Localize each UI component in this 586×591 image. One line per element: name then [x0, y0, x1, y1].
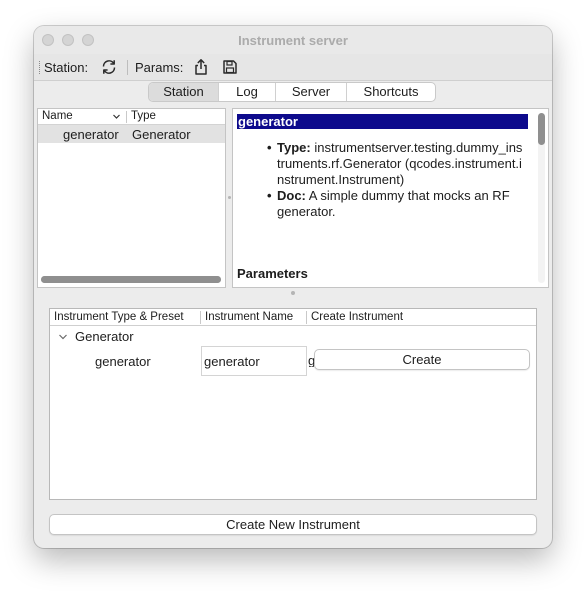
- create-button[interactable]: Create: [314, 349, 530, 370]
- doc-heading: generator: [237, 114, 528, 129]
- doc-doc-text: A simple dummy that mocks an RF generato…: [277, 188, 510, 219]
- main-tabs: Station Log Server Shortcuts: [148, 82, 436, 102]
- vertical-scrollbar[interactable]: [538, 113, 545, 283]
- create-tree-header: Instrument Type & Preset Instrument Name…: [50, 309, 536, 326]
- doc-list: • Type: instrumentserver.testing.dummy_i…: [257, 140, 525, 220]
- doc-type-label: Type:: [277, 140, 311, 155]
- create-instrument-tree: Instrument Type & Preset Instrument Name…: [49, 308, 537, 500]
- doc-doc-item: • Doc: A simple dummy that mocks an RF g…: [257, 188, 525, 220]
- station-label: Station:: [44, 60, 89, 75]
- tree-group-label: Generator: [75, 329, 134, 344]
- horizontal-scrollbar-thumb[interactable]: [41, 276, 221, 283]
- instrument-name-input[interactable]: [201, 346, 307, 376]
- vertical-splitter-handle[interactable]: [228, 196, 231, 199]
- params-label: Params:: [135, 60, 184, 75]
- doc-type-text: instrumentserver.testing.dummy_instrumen…: [277, 140, 523, 187]
- tab-shortcuts[interactable]: Shortcuts: [347, 83, 435, 101]
- instrument-name-cell: generator: [63, 127, 119, 142]
- chevron-down-icon[interactable]: [112, 112, 121, 121]
- column-divider[interactable]: [200, 311, 201, 324]
- toolbar-separator: [127, 60, 128, 75]
- preset-label: generator: [95, 354, 151, 369]
- tab-station[interactable]: Station: [149, 83, 219, 101]
- bullet-icon: •: [267, 140, 272, 155]
- toolbar-handle[interactable]: [39, 61, 41, 74]
- instrument-type-cell: Generator: [132, 127, 191, 142]
- column-divider[interactable]: [126, 111, 127, 123]
- column-header-create-instrument[interactable]: Create Instrument: [311, 311, 403, 323]
- column-header-type[interactable]: Type: [131, 110, 156, 122]
- toolbar: Station: Params:: [34, 54, 552, 81]
- column-divider[interactable]: [306, 311, 307, 324]
- doc-doc-label: Doc:: [277, 188, 306, 203]
- parameters-heading: Parameters: [237, 266, 308, 281]
- station-list-header: Name Type: [38, 109, 225, 125]
- instrument-server-window: Instrument server Station: Params: Stati…: [34, 26, 552, 548]
- horizontal-scrollbar[interactable]: [41, 276, 221, 283]
- vertical-scrollbar-thumb[interactable]: [538, 113, 545, 145]
- window-title: Instrument server: [238, 33, 348, 48]
- share-export-icon[interactable]: [192, 58, 210, 76]
- tab-log[interactable]: Log: [219, 83, 276, 101]
- bullet-icon: •: [267, 188, 272, 203]
- floppy-save-icon[interactable]: [221, 58, 239, 76]
- instrument-doc-panel: generator • Type: instrumentserver.testi…: [232, 108, 549, 288]
- column-header-name[interactable]: Name: [42, 110, 73, 122]
- column-header-instrument-name[interactable]: Instrument Name: [205, 311, 293, 323]
- column-header-type-preset[interactable]: Instrument Type & Preset: [54, 311, 184, 323]
- station-instrument-list[interactable]: Name Type generator Generator: [37, 108, 226, 288]
- horizontal-splitter-handle[interactable]: [291, 291, 295, 295]
- create-new-instrument-button[interactable]: Create New Instrument: [49, 514, 537, 535]
- chevron-down-icon[interactable]: [58, 332, 68, 342]
- tab-server[interactable]: Server: [276, 83, 347, 101]
- refresh-icon[interactable]: [100, 58, 118, 76]
- title-bar: Instrument server: [34, 26, 552, 54]
- list-item[interactable]: generator Generator: [38, 125, 225, 143]
- doc-type-item: • Type: instrumentserver.testing.dummy_i…: [257, 140, 525, 188]
